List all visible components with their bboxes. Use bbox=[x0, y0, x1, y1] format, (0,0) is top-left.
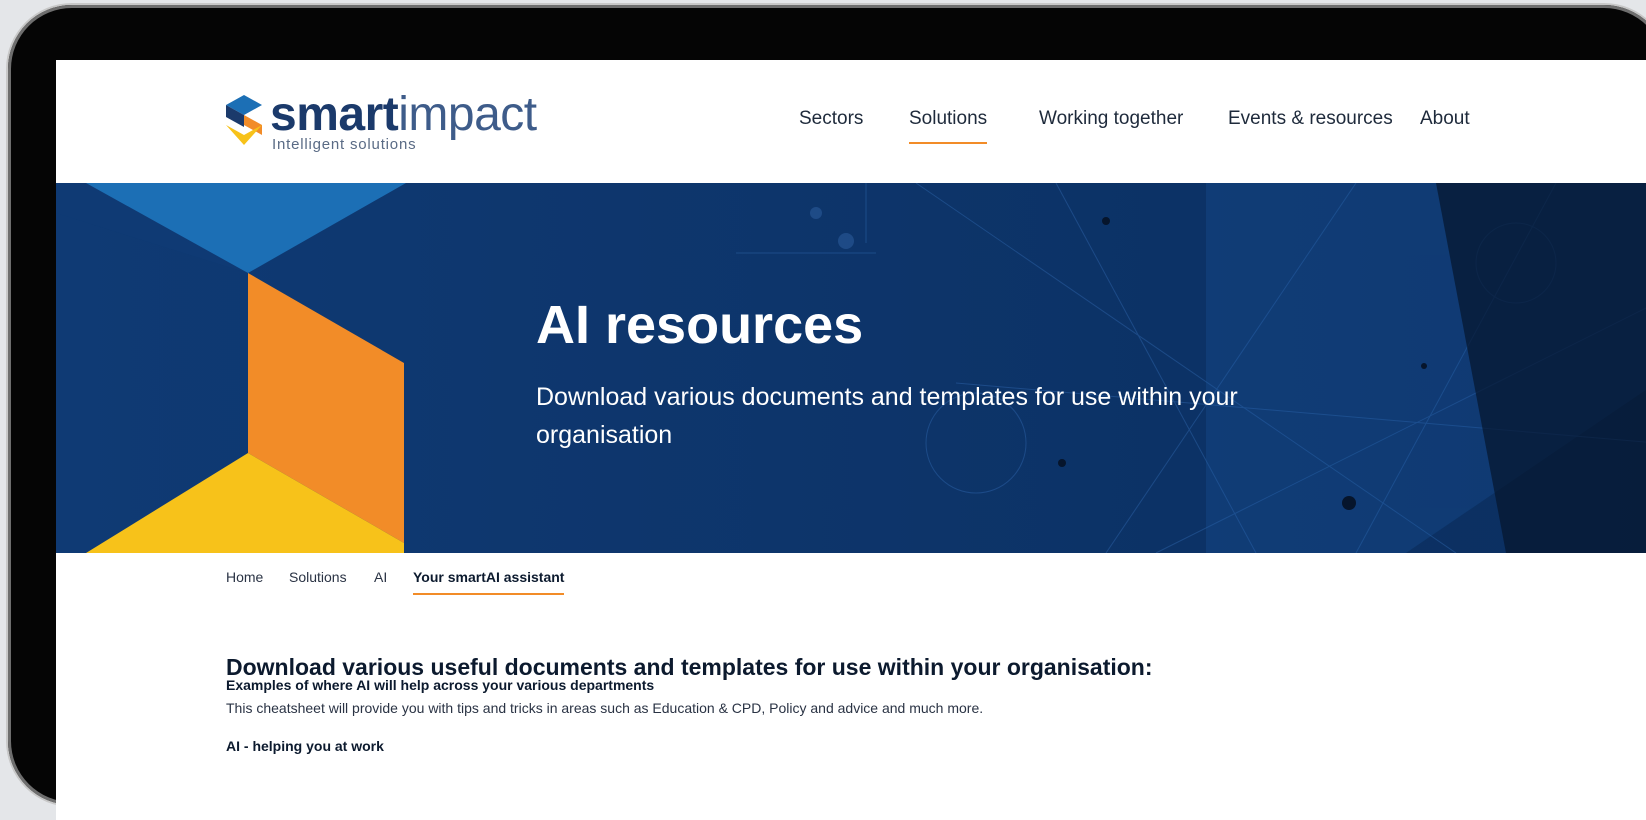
hero-title: AI resources bbox=[536, 295, 864, 356]
nav-item-solutions[interactable]: Solutions bbox=[909, 108, 988, 144]
breadcrumb-home[interactable]: Home bbox=[226, 569, 263, 585]
breadcrumb-current: Your smartAI assistant bbox=[413, 569, 565, 595]
nav-item-about[interactable]: About bbox=[1420, 108, 1470, 130]
nav-item-working-together[interactable]: Working together bbox=[1039, 108, 1183, 130]
hero-subtitle: Download various documents and templates… bbox=[536, 383, 1238, 449]
device-frame: smartimpact Intelligent solutions Sector… bbox=[8, 5, 1646, 820]
main-nav: Sectors Solutions Working together Event… bbox=[56, 108, 1646, 148]
resource-description: This cheatsheet will provide you with ti… bbox=[226, 700, 984, 716]
resource-title[interactable]: AI - helping you at work bbox=[226, 738, 384, 754]
resource-title[interactable]: Examples of where AI will help across yo… bbox=[226, 677, 654, 693]
browser-screen: smartimpact Intelligent solutions Sector… bbox=[56, 60, 1646, 820]
hero-background-graphic bbox=[56, 183, 1646, 553]
nav-item-events-resources[interactable]: Events & resources bbox=[1228, 108, 1393, 130]
hero-banner: AI resources Download various documents … bbox=[56, 183, 1646, 553]
site-header: smartimpact Intelligent solutions Sector… bbox=[56, 60, 1646, 183]
breadcrumb-ai[interactable]: AI bbox=[374, 569, 387, 585]
nav-item-sectors[interactable]: Sectors bbox=[799, 108, 863, 130]
breadcrumb-solutions[interactable]: Solutions bbox=[289, 569, 347, 585]
